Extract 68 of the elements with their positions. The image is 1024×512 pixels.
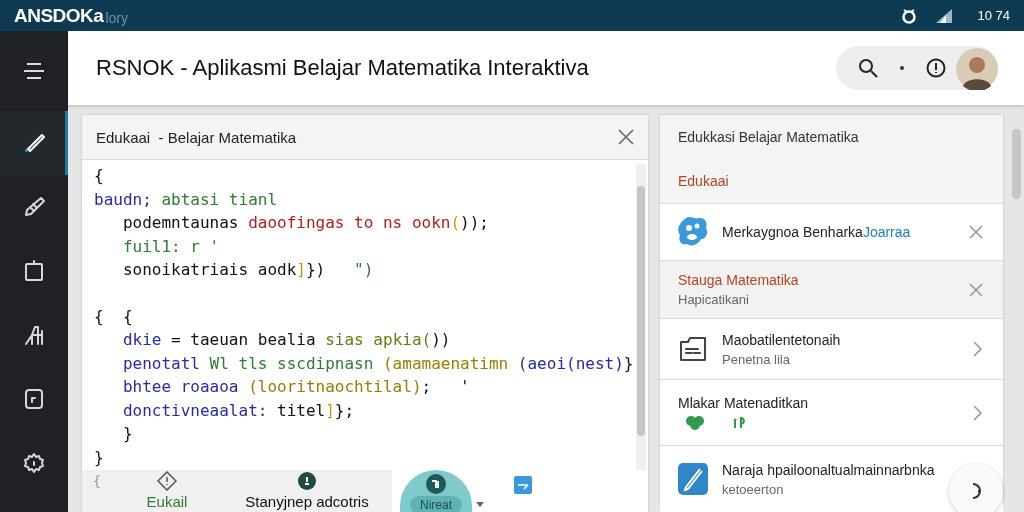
info-button[interactable] <box>926 58 946 78</box>
code-line: { <box>94 165 105 187</box>
close-button[interactable] <box>969 225 983 239</box>
document-icon <box>678 335 708 363</box>
badge-icon <box>298 472 316 490</box>
pill-button[interactable]: Nireat <box>410 496 462 512</box>
tab-label[interactable]: Stanyjnep adcotris <box>245 493 369 511</box>
logo-suffix: lory <box>105 9 128 26</box>
chair-icon <box>22 323 46 347</box>
code-line: baudn; abtasi tianl <box>94 188 279 211</box>
calendar-icon <box>514 476 532 494</box>
code-line: podemntaunas daoofingas to ns ookn()); <box>121 212 490 234</box>
item-title: Maobatilentetonaih <box>722 331 841 348</box>
pen-icon <box>678 463 708 495</box>
caret-icon <box>476 502 484 508</box>
item-title: Stauga Matematika <box>678 272 799 288</box>
chevron-right-icon <box>973 404 983 421</box>
info-icon <box>157 471 177 491</box>
list-item[interactable]: Maobatilentetonaih Penetna lila <box>660 319 1003 380</box>
signal-icon <box>935 8 954 23</box>
item-title: Merkaygnoa Benharka <box>722 224 863 240</box>
item-title: Naraja hpailoonaltualmainnarbnka <box>722 461 935 478</box>
item-title: Mlakar Matenaditkan <box>678 394 808 411</box>
item-subtitle: Penetna lila <box>722 351 790 367</box>
editor-title: Edukaai - Belajar Matematika <box>96 128 297 146</box>
menu-icon <box>23 62 45 80</box>
item-link[interactable]: Joarraa <box>862 224 911 240</box>
code-line: penotatl Wl tls sscdipnasn (amamaenatimn (aeoi(nest)} <box>121 352 635 375</box>
list-item[interactable]: Naraja hpailoonaltualmainnarbnka ketoeerton <box>660 446 1003 512</box>
code-line: bhtee roaaoa (looritnaochtilal); ' <box>121 376 471 398</box>
settings-icon <box>22 451 46 475</box>
section-label: Edukaai <box>678 173 729 189</box>
badge-icon <box>426 474 446 494</box>
code-line: { { <box>94 305 134 328</box>
chevron-right-icon <box>973 341 983 357</box>
panel-title: Edukkasi Belajar Matematika <box>678 129 859 145</box>
list-item[interactable]: Merkaygnoa BenharkaJoarraa <box>660 204 1003 261</box>
creature-icon <box>678 216 708 248</box>
close-button[interactable] <box>969 282 983 297</box>
list-item[interactable]: Mlakar Matenaditkan <box>660 380 1003 446</box>
code-line: } <box>94 446 105 469</box>
sidebar-item[interactable] <box>0 111 68 175</box>
code-line: } <box>121 423 134 445</box>
list-item[interactable]: Stauga Matematika Hapicatikani <box>660 261 1003 319</box>
clover-icon <box>686 414 704 431</box>
sprout-icon <box>732 414 746 429</box>
action-tab[interactable]: Nireat <box>400 470 472 512</box>
dot-icon <box>900 66 904 70</box>
avatar[interactable] <box>956 48 998 90</box>
brace-symbol: { <box>92 473 102 489</box>
alarm-icon <box>901 7 918 24</box>
search-button[interactable] <box>858 58 878 78</box>
tab-label[interactable]: Eukail <box>146 493 188 511</box>
app-logo: ANSDOKa <box>14 4 104 27</box>
page-title: RSNOK - Aplikasmi Belajar Matematika Interaktiva <box>96 55 590 81</box>
scrollbar[interactable] <box>636 164 646 470</box>
code-line: donctivneaalat: titel]}; <box>121 399 356 422</box>
tablet-icon <box>22 259 46 283</box>
pen-icon <box>22 131 46 155</box>
code-line: fuil1: r ' <box>121 235 221 258</box>
item-subtitle: Hapicatikani <box>678 292 749 307</box>
code-line: dkie = taeuan bealia sias apkia()) <box>121 329 452 351</box>
pen-icon <box>22 195 46 219</box>
clock-time: 10 74 <box>977 8 1010 23</box>
item-subtitle: ketoeerton <box>722 481 784 497</box>
document-icon <box>22 387 46 411</box>
close-button[interactable] <box>618 129 634 145</box>
code-line: sonoikatriais aodk]}) ") <box>121 259 375 281</box>
